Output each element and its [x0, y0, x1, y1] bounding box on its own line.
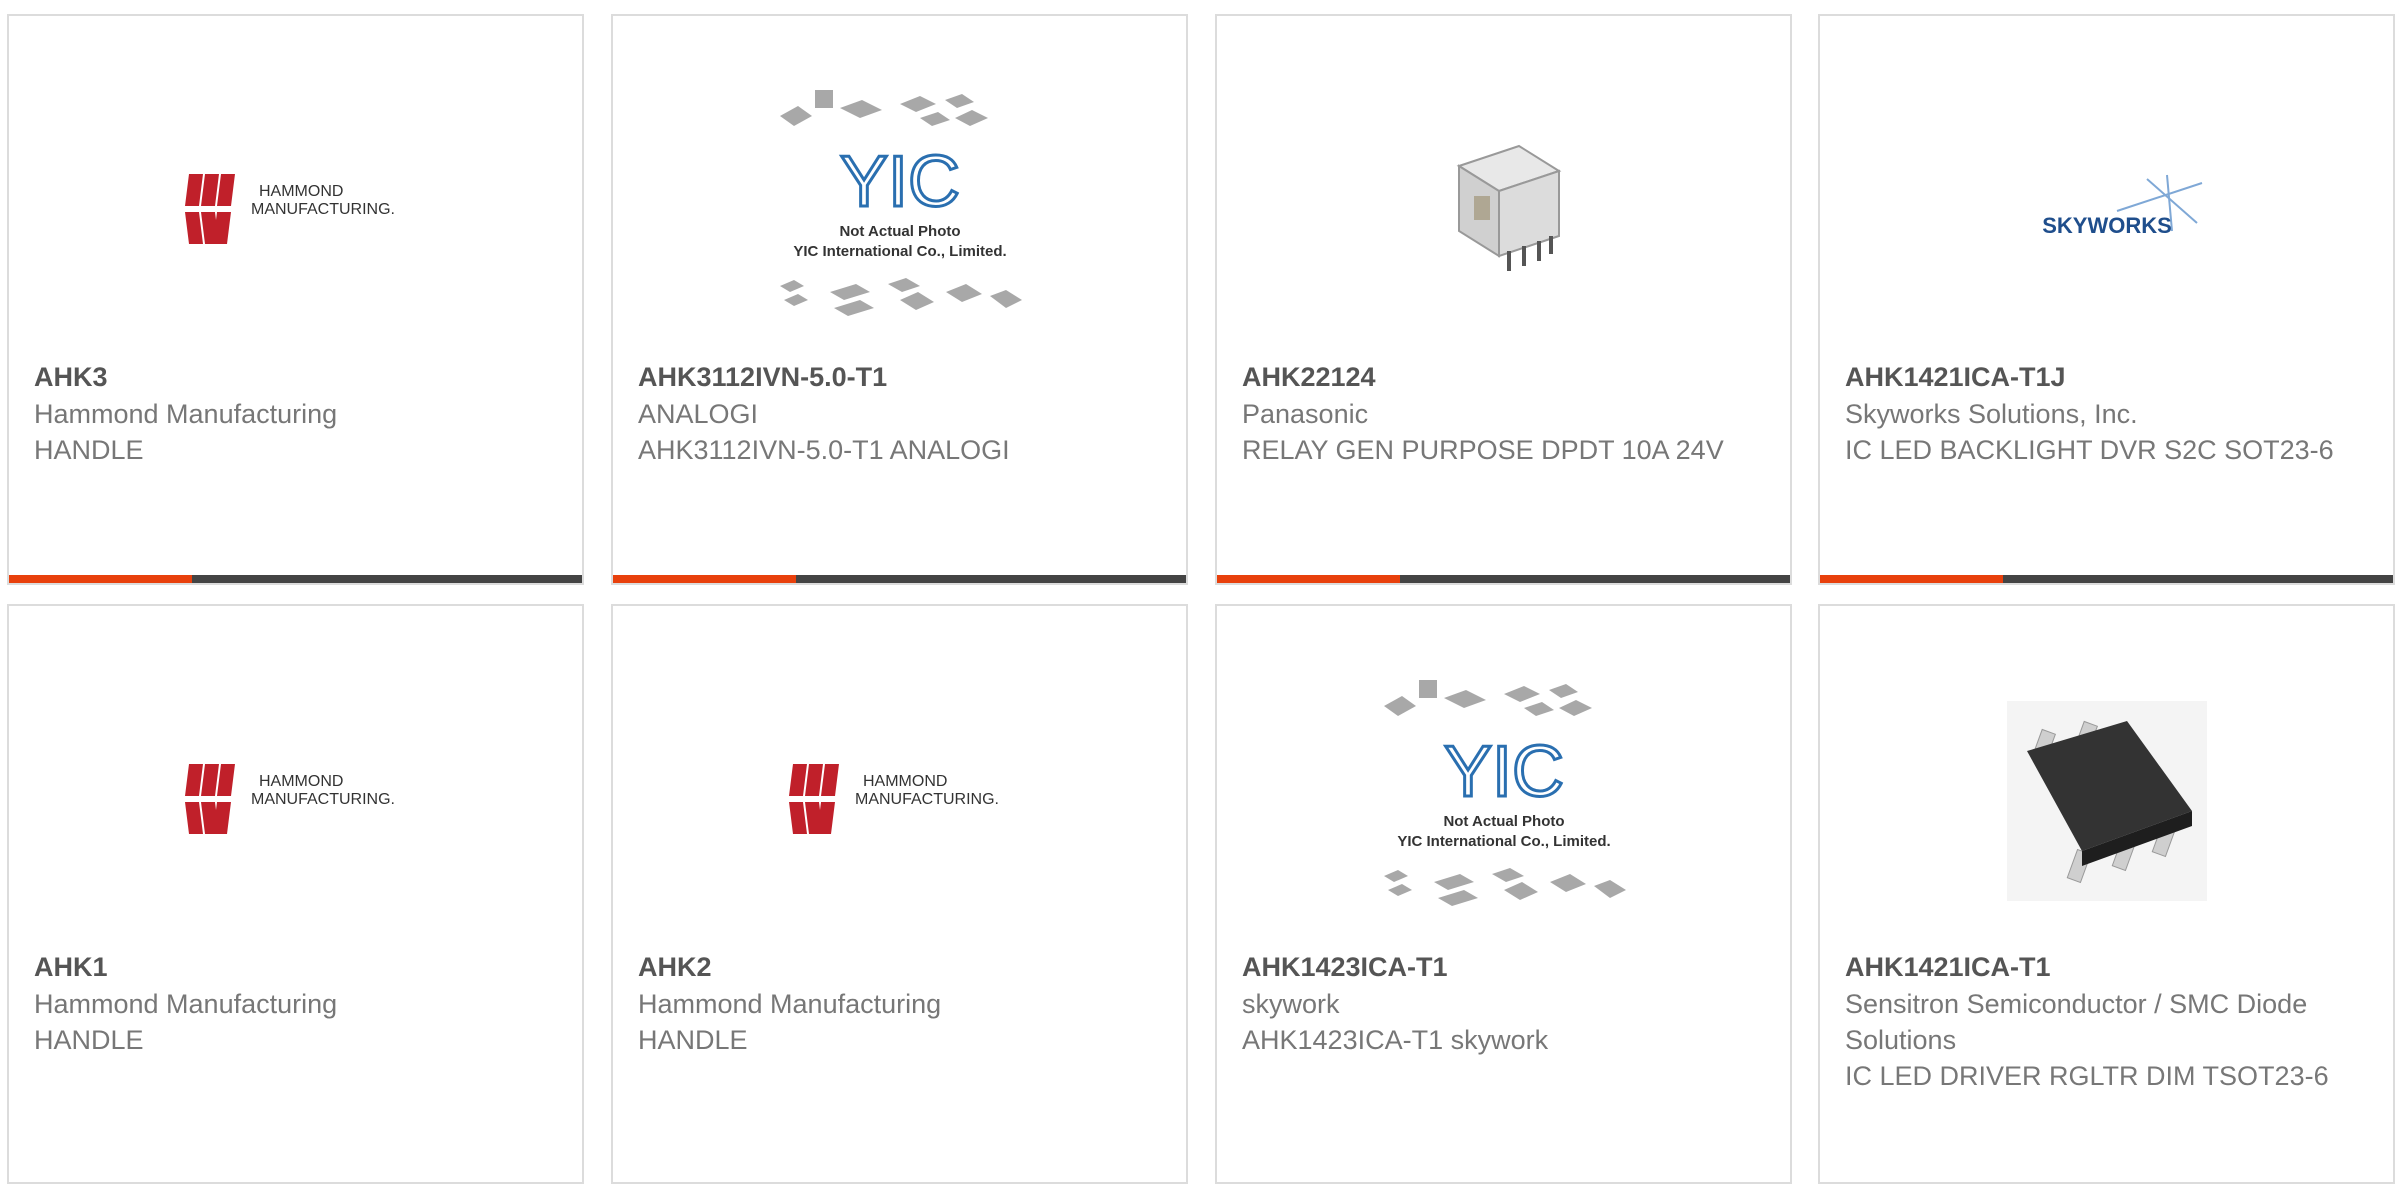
svg-text:HAMMOND: HAMMOND [259, 183, 343, 200]
hammond-logo-icon: HAMMOND MANUFACTURING. [184, 764, 395, 834]
manufacturer: Panasonic [1242, 399, 1369, 429]
product-image: YIC Not Actual Photo YIC International C… [1217, 656, 1790, 946]
manufacturer: ANALOGI [638, 399, 759, 429]
part-number[interactable]: AHK1423ICA-T1 [1242, 948, 1770, 986]
product-card[interactable]: HAMMOND MANUFACTURING. AHK3 Hammond Manu… [7, 14, 584, 585]
svg-text:Not Actual Photo: Not Actual Photo [839, 223, 960, 240]
card-accent-bar [613, 575, 1186, 583]
manufacturer: Hammond Manufacturing [34, 989, 338, 1019]
sot23-chip-icon [2006, 701, 2207, 901]
description: HANDLE [638, 1025, 748, 1055]
product-card[interactable]: HAMMOND MANUFACTURING. AHK1 Hammond Manu… [7, 604, 584, 1184]
product-image: YIC Not Actual Photo YIC International C… [613, 66, 1186, 356]
product-card[interactable]: YIC Not Actual Photo YIC International C… [1215, 604, 1792, 1184]
hammond-logo-icon: HAMMOND MANUFACTURING. [788, 764, 999, 834]
manufacturer: Hammond Manufacturing [34, 399, 338, 429]
description: IC LED DRIVER RGLTR DIM TSOT23-6 [1845, 1061, 2329, 1091]
product-grid: HAMMOND MANUFACTURING. AHK3 Hammond Manu… [0, 0, 2400, 1184]
hammond-logo-icon: HAMMOND MANUFACTURING. [184, 174, 395, 244]
card-accent-bar [9, 575, 582, 583]
card-accent-bar [1217, 575, 1790, 583]
skyworks-logo-icon: SKYWORKS [2042, 174, 2202, 238]
product-image [1820, 656, 2393, 946]
manufacturer: Skyworks Solutions, Inc. [1845, 399, 2138, 429]
part-number[interactable]: AHK3112IVN-5.0-T1 [638, 358, 1166, 396]
product-image [1217, 66, 1790, 356]
svg-text:YIC International Co., Limited: YIC International Co., Limited. [793, 243, 1006, 260]
part-number[interactable]: AHK22124 [1242, 358, 1770, 396]
product-image: HAMMOND MANUFACTURING. [613, 656, 1186, 946]
description: IC LED BACKLIGHT DVR S2C SOT23-6 [1845, 435, 2334, 465]
svg-text:HAMMOND: HAMMOND [259, 773, 343, 790]
part-number[interactable]: AHK1421ICA-T1 [1845, 948, 2373, 986]
yic-placeholder-icon: YIC Not Actual Photo YIC International C… [1383, 680, 1626, 906]
description: AHK1423ICA-T1 skywork [1242, 1025, 1549, 1055]
product-card[interactable]: HAMMOND MANUFACTURING. AHK2 Hammond Manu… [611, 604, 1188, 1184]
product-card[interactable]: YIC Not Actual Photo YIC International C… [611, 14, 1188, 585]
svg-text:Not Actual Photo: Not Actual Photo [1443, 813, 1564, 830]
part-number[interactable]: AHK1 [34, 948, 562, 986]
svg-text:MANUFACTURING.: MANUFACTURING. [251, 201, 395, 218]
product-card[interactable]: AHK22124 Panasonic RELAY GEN PURPOSE DPD… [1215, 14, 1792, 585]
svg-text:YIC: YIC [1443, 732, 1563, 812]
manufacturer: Sensitron Semiconductor / SMC Diode Solu… [1845, 989, 2308, 1055]
manufacturer: skywork [1242, 989, 1340, 1019]
svg-text:YIC International Co., Limited: YIC International Co., Limited. [1397, 833, 1610, 850]
description: HANDLE [34, 435, 144, 465]
part-number[interactable]: AHK2 [638, 948, 1166, 986]
card-accent-bar [1820, 575, 2393, 583]
product-image: SKYWORKS [1820, 66, 2393, 356]
svg-text:HAMMOND: HAMMOND [863, 773, 947, 790]
svg-text:SKYWORKS: SKYWORKS [2042, 213, 2172, 238]
part-number[interactable]: AHK3 [34, 358, 562, 396]
product-card[interactable]: AHK1421ICA-T1 Sensitron Semiconductor / … [1818, 604, 2395, 1184]
description: AHK3112IVN-5.0-T1 ANALOGI [638, 435, 1010, 465]
product-card[interactable]: SKYWORKS AHK1421ICA-T1J Skyworks Solutio… [1818, 14, 2395, 585]
yic-placeholder-icon: YIC Not Actual Photo YIC International C… [779, 90, 1022, 316]
manufacturer: Hammond Manufacturing [638, 989, 942, 1019]
svg-text:MANUFACTURING.: MANUFACTURING. [251, 791, 395, 808]
relay-icon [1456, 144, 1561, 271]
product-image: HAMMOND MANUFACTURING. [9, 656, 582, 946]
description: RELAY GEN PURPOSE DPDT 10A 24V [1242, 435, 1724, 465]
svg-text:MANUFACTURING.: MANUFACTURING. [855, 791, 999, 808]
description: HANDLE [34, 1025, 144, 1055]
part-number[interactable]: AHK1421ICA-T1J [1845, 358, 2373, 396]
product-image: HAMMOND MANUFACTURING. [9, 66, 582, 356]
svg-text:YIC: YIC [839, 142, 959, 222]
